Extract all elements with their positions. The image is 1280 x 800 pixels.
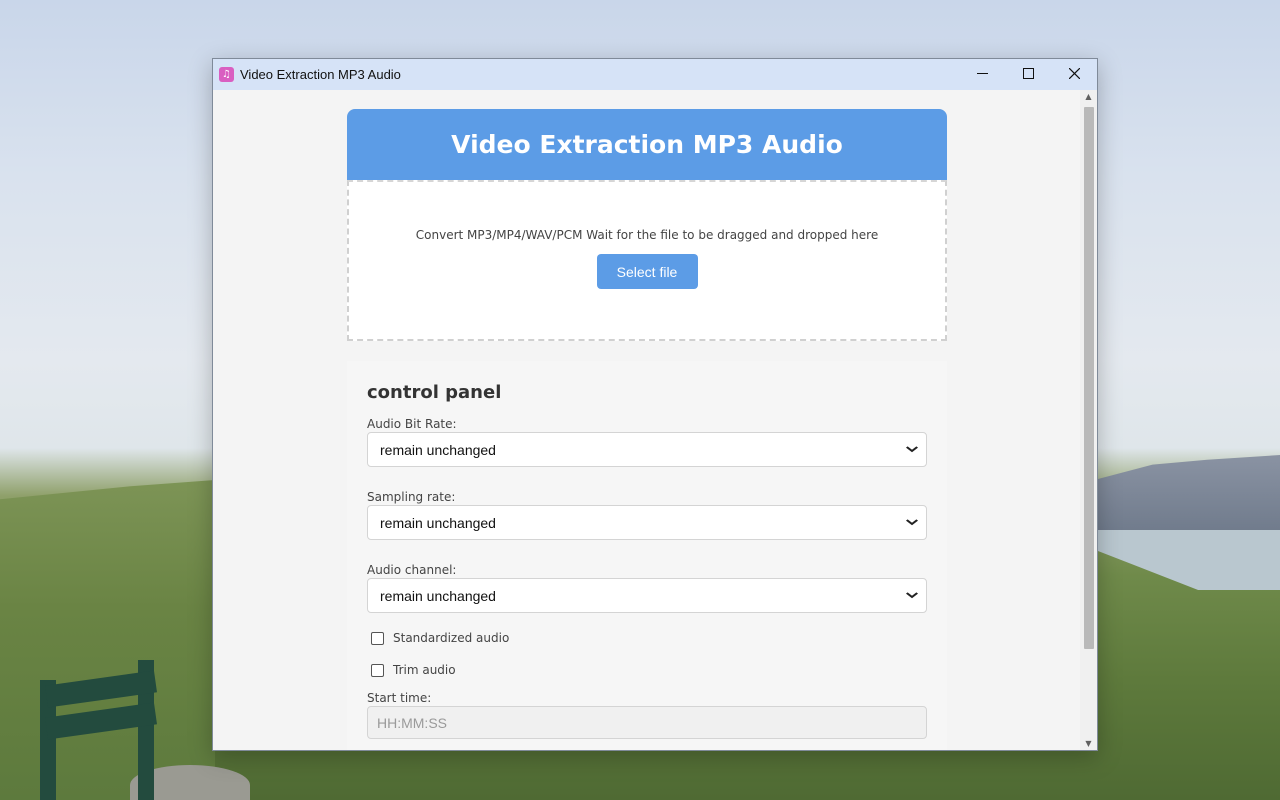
start-time-placeholder: HH:MM:SS <box>377 714 447 731</box>
maximize-button[interactable] <box>1005 59 1051 90</box>
app-window: ♫ Video Extraction MP3 Audio Video Extra… <box>212 58 1098 751</box>
sampling-rate-label: Sampling rate: <box>367 490 456 504</box>
drop-zone-text: Convert MP3/MP4/WAV/PCM Wait for the fil… <box>415 228 879 242</box>
window-title: Video Extraction MP3 Audio <box>240 67 401 82</box>
audio-channel-value: remain unchanged <box>380 587 496 604</box>
chevron-down-icon <box>905 444 919 456</box>
trim-audio-checkbox[interactable] <box>371 663 384 677</box>
start-time-label: Start time: <box>367 691 432 705</box>
start-time-input[interactable]: HH:MM:SS <box>367 706 927 739</box>
control-panel-title: control panel <box>367 382 502 403</box>
page-title: Video Extraction MP3 Audio <box>451 130 843 159</box>
close-button[interactable] <box>1051 59 1097 90</box>
bit-rate-select[interactable]: remain unchanged <box>367 432 927 467</box>
select-file-button[interactable]: Select file <box>596 254 698 289</box>
scroll-up-icon[interactable]: ▲ <box>1080 90 1097 104</box>
minimize-icon <box>976 67 988 83</box>
bit-rate-label: Audio Bit Rate: <box>367 417 457 431</box>
audio-channel-select[interactable]: remain unchanged <box>367 578 927 613</box>
title-bar[interactable]: ♫ Video Extraction MP3 Audio <box>213 59 1097 90</box>
control-panel: control panel Audio Bit Rate: remain unc… <box>347 361 947 750</box>
client-area: Video Extraction MP3 Audio Convert MP3/M… <box>213 90 1097 750</box>
standardize-audio-row: Standardized audio <box>371 631 927 645</box>
wallpaper-bench <box>40 660 160 800</box>
standardize-audio-checkbox[interactable] <box>371 631 384 645</box>
trim-audio-label[interactable]: Trim audio <box>393 663 456 677</box>
trim-audio-row: Trim audio <box>371 663 927 677</box>
minimize-button[interactable] <box>959 59 1005 90</box>
chevron-down-icon <box>905 590 919 602</box>
maximize-icon <box>1022 67 1034 83</box>
audio-channel-label: Audio channel: <box>367 563 457 577</box>
window-controls <box>959 59 1097 90</box>
file-drop-zone[interactable]: Convert MP3/MP4/WAV/PCM Wait for the fil… <box>347 180 947 341</box>
vertical-scrollbar[interactable]: ▲ ▼ <box>1080 90 1097 750</box>
card-header: Video Extraction MP3 Audio <box>347 109 947 180</box>
scroll-down-icon[interactable]: ▼ <box>1080 737 1097 750</box>
wallpaper-sea <box>1098 530 1280 590</box>
sampling-rate-value: remain unchanged <box>380 514 496 531</box>
scrollbar-thumb[interactable] <box>1084 107 1094 649</box>
bit-rate-value: remain unchanged <box>380 441 496 458</box>
wallpaper-mountain <box>1098 455 1280 535</box>
chevron-down-icon <box>905 517 919 529</box>
close-icon <box>1068 67 1080 83</box>
standardize-audio-label[interactable]: Standardized audio <box>393 631 509 645</box>
music-note-icon: ♫ <box>219 67 234 82</box>
converter-card: Video Extraction MP3 Audio Convert MP3/M… <box>347 109 947 750</box>
sampling-rate-select[interactable]: remain unchanged <box>367 505 927 540</box>
